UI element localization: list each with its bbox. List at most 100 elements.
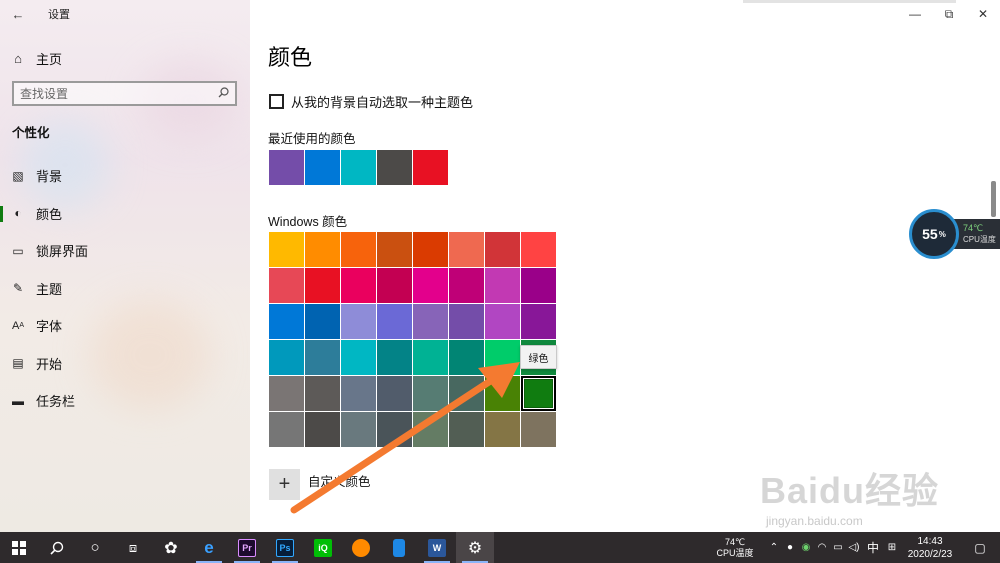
tray-app-button[interactable]: ◉ bbox=[798, 532, 814, 563]
color-swatch[interactable] bbox=[377, 268, 412, 303]
color-swatch[interactable] bbox=[377, 340, 412, 375]
color-swatch[interactable] bbox=[413, 268, 448, 303]
color-swatch[interactable] bbox=[377, 232, 412, 267]
color-swatch[interactable] bbox=[413, 340, 448, 375]
minimize-button[interactable]: — bbox=[898, 0, 932, 28]
tray-volume-button[interactable]: ◁) bbox=[846, 532, 862, 563]
color-swatch[interactable] bbox=[305, 304, 340, 339]
taskbar-search-button[interactable] bbox=[38, 532, 76, 563]
color-swatch[interactable] bbox=[341, 232, 376, 267]
color-swatch[interactable] bbox=[341, 304, 376, 339]
cortana-button[interactable]: ○ bbox=[76, 532, 114, 563]
taskbar-app-photoshop[interactable]: Ps bbox=[266, 532, 304, 563]
cpu-widget[interactable]: 74℃ CPU温度 55% bbox=[909, 209, 1000, 259]
color-swatch[interactable] bbox=[485, 232, 520, 267]
windows-color-grid bbox=[269, 232, 556, 447]
color-swatch[interactable] bbox=[305, 412, 340, 447]
restore-icon: ⧉ bbox=[944, 6, 954, 21]
color-swatch[interactable] bbox=[269, 340, 304, 375]
sidebar-item-colors[interactable]: ◐ 颜色 bbox=[0, 195, 250, 233]
taskbar-app-pinwheel[interactable]: ✿ bbox=[152, 532, 190, 563]
sidebar-item-background[interactable]: ▧ 背景 bbox=[0, 157, 250, 195]
recent-color-swatch[interactable] bbox=[413, 150, 448, 185]
color-swatch[interactable] bbox=[521, 232, 556, 267]
color-swatch[interactable] bbox=[341, 412, 376, 447]
color-swatch[interactable] bbox=[521, 376, 556, 411]
task-view-button[interactable]: ⧈ bbox=[114, 532, 152, 563]
sidebar-item-themes[interactable]: ✎ 主题 bbox=[0, 270, 250, 308]
recent-color-swatch[interactable] bbox=[377, 150, 412, 185]
sidebar-item-fonts[interactable]: AA 字体 bbox=[0, 307, 250, 345]
sidebar-item-lock-screen[interactable]: ▭ 锁屏界面 bbox=[0, 232, 250, 270]
sidebar-item-taskbar[interactable]: ▬ 任务栏 bbox=[0, 382, 250, 420]
color-swatch[interactable] bbox=[305, 232, 340, 267]
color-swatch[interactable] bbox=[485, 304, 520, 339]
color-swatch[interactable] bbox=[269, 304, 304, 339]
color-swatch[interactable] bbox=[449, 412, 484, 447]
color-swatch[interactable] bbox=[485, 412, 520, 447]
custom-color-label[interactable]: 自定义颜色 bbox=[308, 471, 371, 490]
tray-overflow-button[interactable]: ⌃ bbox=[766, 532, 782, 563]
clock[interactable]: 14:43 2020/2/23 bbox=[900, 535, 960, 561]
color-swatch[interactable] bbox=[485, 268, 520, 303]
color-swatch[interactable] bbox=[413, 376, 448, 411]
color-swatch[interactable] bbox=[269, 232, 304, 267]
sidebar-item-start[interactable]: ▤ 开始 bbox=[0, 345, 250, 383]
task-view-icon: ⧈ bbox=[128, 539, 138, 555]
color-swatch[interactable] bbox=[485, 340, 520, 375]
color-swatch[interactable] bbox=[341, 340, 376, 375]
tray-battery-button[interactable]: ▭ bbox=[830, 532, 846, 563]
auto-pick-checkbox[interactable] bbox=[269, 94, 284, 109]
taskbar-app-premiere[interactable]: Pr bbox=[228, 532, 266, 563]
color-swatch[interactable] bbox=[269, 412, 304, 447]
taskbar-app-uc[interactable] bbox=[342, 532, 380, 563]
color-swatch[interactable] bbox=[377, 412, 412, 447]
tray-ime-mode-button[interactable]: ⊞ bbox=[884, 532, 900, 563]
color-swatch[interactable] bbox=[449, 268, 484, 303]
color-swatch[interactable] bbox=[413, 232, 448, 267]
tray-network-button[interactable]: ◠ bbox=[814, 532, 830, 563]
color-swatch[interactable] bbox=[341, 376, 376, 411]
color-swatch[interactable] bbox=[305, 376, 340, 411]
color-swatch[interactable] bbox=[521, 412, 556, 447]
color-swatch[interactable] bbox=[521, 268, 556, 303]
recent-color-swatch[interactable] bbox=[305, 150, 340, 185]
arrow-left-icon: ← bbox=[11, 6, 25, 22]
color-swatch[interactable] bbox=[449, 304, 484, 339]
search-icon[interactable] bbox=[218, 86, 229, 101]
recent-color-swatch[interactable] bbox=[341, 150, 376, 185]
color-swatch[interactable] bbox=[485, 376, 520, 411]
nav-home[interactable]: ⌂ 主页 bbox=[0, 45, 250, 71]
auto-pick-checkbox-row[interactable]: 从我的背景自动选取一种主题色 bbox=[269, 92, 473, 111]
color-swatch[interactable] bbox=[341, 268, 376, 303]
taskbar-app-phone[interactable] bbox=[380, 532, 418, 563]
action-center-button[interactable]: ▢ bbox=[960, 532, 1000, 563]
color-swatch[interactable] bbox=[377, 376, 412, 411]
color-swatch[interactable] bbox=[449, 376, 484, 411]
color-swatch[interactable] bbox=[305, 340, 340, 375]
tray-cpu-temp[interactable]: 74℃ CPU温度 bbox=[710, 537, 760, 559]
color-swatch[interactable] bbox=[305, 268, 340, 303]
ime-indicator[interactable]: 中 bbox=[862, 539, 884, 556]
close-button[interactable]: ✕ bbox=[966, 0, 1000, 28]
taskbar-app-iqiyi[interactable]: iQ bbox=[304, 532, 342, 563]
color-swatch[interactable] bbox=[413, 412, 448, 447]
tray-qq-button[interactable]: ● bbox=[782, 532, 798, 563]
color-swatch[interactable] bbox=[449, 232, 484, 267]
color-swatch[interactable] bbox=[377, 304, 412, 339]
taskbar-app-settings[interactable]: ⚙ bbox=[456, 532, 494, 563]
color-swatch[interactable] bbox=[269, 376, 304, 411]
color-swatch[interactable] bbox=[413, 304, 448, 339]
restore-button[interactable]: ⧉ bbox=[932, 0, 966, 28]
custom-color-button[interactable]: + bbox=[269, 469, 300, 500]
search-input[interactable]: 查找设置 bbox=[12, 81, 237, 106]
color-swatch[interactable] bbox=[449, 340, 484, 375]
recent-color-swatch[interactable] bbox=[269, 150, 304, 185]
taskbar-app-ie[interactable]: e bbox=[190, 532, 228, 563]
home-icon: ⌂ bbox=[14, 50, 22, 66]
color-swatch[interactable] bbox=[521, 304, 556, 339]
taskbar-app-word[interactable]: W bbox=[418, 532, 456, 563]
color-swatch[interactable] bbox=[269, 268, 304, 303]
start-button[interactable] bbox=[0, 532, 38, 563]
back-button[interactable]: ← bbox=[0, 0, 36, 28]
